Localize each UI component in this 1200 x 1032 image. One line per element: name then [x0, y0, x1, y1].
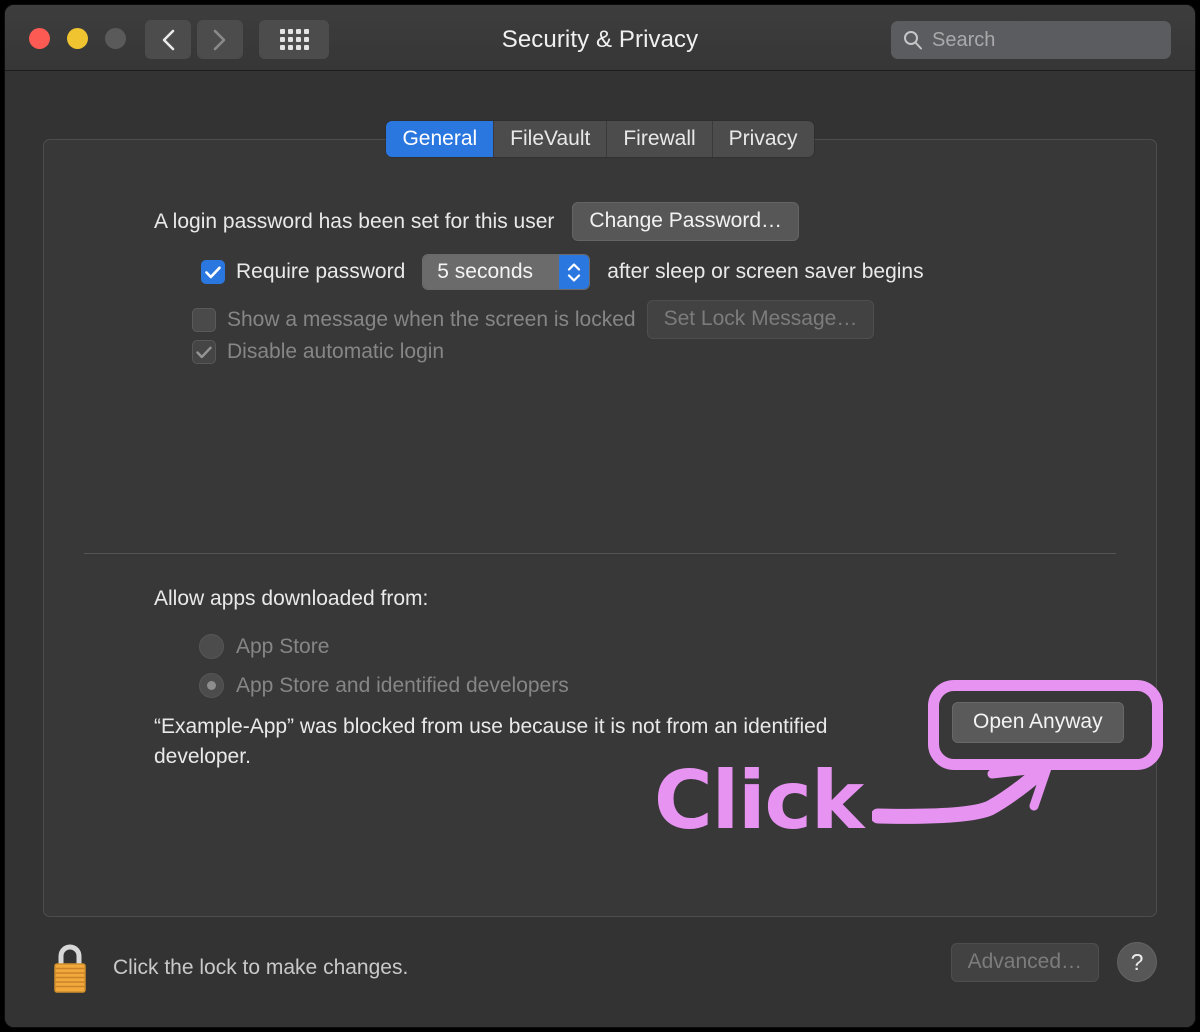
require-password-row: Require password 5 seconds after sleep o… — [201, 254, 924, 290]
open-anyway-button[interactable]: Open Anyway — [952, 702, 1124, 743]
tab-firewall[interactable]: Firewall — [607, 121, 713, 157]
allow-apps-option-identified-developers[interactable]: App Store and identified developers — [199, 673, 569, 698]
require-password-label: Require password — [236, 260, 406, 283]
login-password-row: A login password has been set for this u… — [154, 202, 800, 241]
radio-identified-developers[interactable] — [199, 673, 224, 698]
password-delay-stepper[interactable]: 5 seconds — [422, 254, 591, 290]
radio-selected-dot — [207, 681, 216, 690]
lock-closed-icon[interactable] — [47, 941, 93, 995]
help-button[interactable]: ? — [1117, 942, 1157, 982]
bottom-bar: Click the lock to make changes. Advanced… — [5, 917, 1195, 1027]
tab-general[interactable]: General — [386, 121, 495, 157]
blocked-app-message: “Example-App” was blocked from use becau… — [154, 715, 828, 768]
search-field[interactable]: Search — [891, 21, 1171, 59]
radio-app-store-label: App Store — [236, 634, 330, 658]
set-lock-message-button[interactable]: Set Lock Message… — [646, 300, 875, 339]
password-delay-value: 5 seconds — [423, 255, 560, 289]
click-annotation: Click — [654, 754, 1074, 868]
change-password-button[interactable]: Change Password… — [572, 202, 800, 241]
window-body: General FileVault Firewall Privacy A log… — [5, 71, 1195, 1027]
disable-auto-login-checkbox[interactable] — [192, 340, 216, 364]
tab-privacy[interactable]: Privacy — [712, 121, 814, 157]
preferences-window: Security & Privacy Search General FileVa… — [4, 4, 1196, 1028]
login-password-status: A login password has been set for this u… — [154, 209, 555, 233]
open-anyway-area: Open Anyway — [928, 680, 1163, 770]
disable-auto-login-label: Disable automatic login — [227, 340, 445, 363]
advanced-button[interactable]: Advanced… — [950, 943, 1099, 982]
search-placeholder: Search — [932, 28, 996, 51]
general-settings-panel: A login password has been set for this u… — [43, 139, 1163, 917]
radio-app-store[interactable] — [199, 634, 224, 659]
tab-filevault[interactable]: FileVault — [494, 121, 608, 157]
disable-auto-login-row: Disable automatic login — [192, 340, 444, 364]
tab-bar: General FileVault Firewall Privacy — [5, 121, 1195, 157]
require-password-suffix: after sleep or screen saver begins — [607, 260, 924, 283]
window-titlebar: Security & Privacy Search — [5, 5, 1195, 71]
show-lock-message-label: Show a message when the screen is locked — [227, 307, 636, 331]
lock-instruction-text: Click the lock to make changes. — [113, 956, 409, 979]
show-lock-message-row: Show a message when the screen is locked… — [192, 300, 875, 339]
require-password-checkbox[interactable] — [201, 260, 225, 284]
allow-apps-option-app-store[interactable]: App Store — [199, 634, 329, 659]
stepper-arrows-icon[interactable] — [559, 255, 590, 289]
curved-arrow-up-right-icon — [872, 763, 1052, 824]
search-icon — [903, 30, 923, 50]
section-divider — [84, 553, 1116, 554]
show-lock-message-checkbox[interactable] — [192, 307, 216, 332]
lock-area: Click the lock to make changes. — [47, 941, 408, 995]
radio-identified-developers-label: App Store and identified developers — [236, 673, 569, 697]
allow-apps-title: Allow apps downloaded from: — [154, 587, 429, 610]
